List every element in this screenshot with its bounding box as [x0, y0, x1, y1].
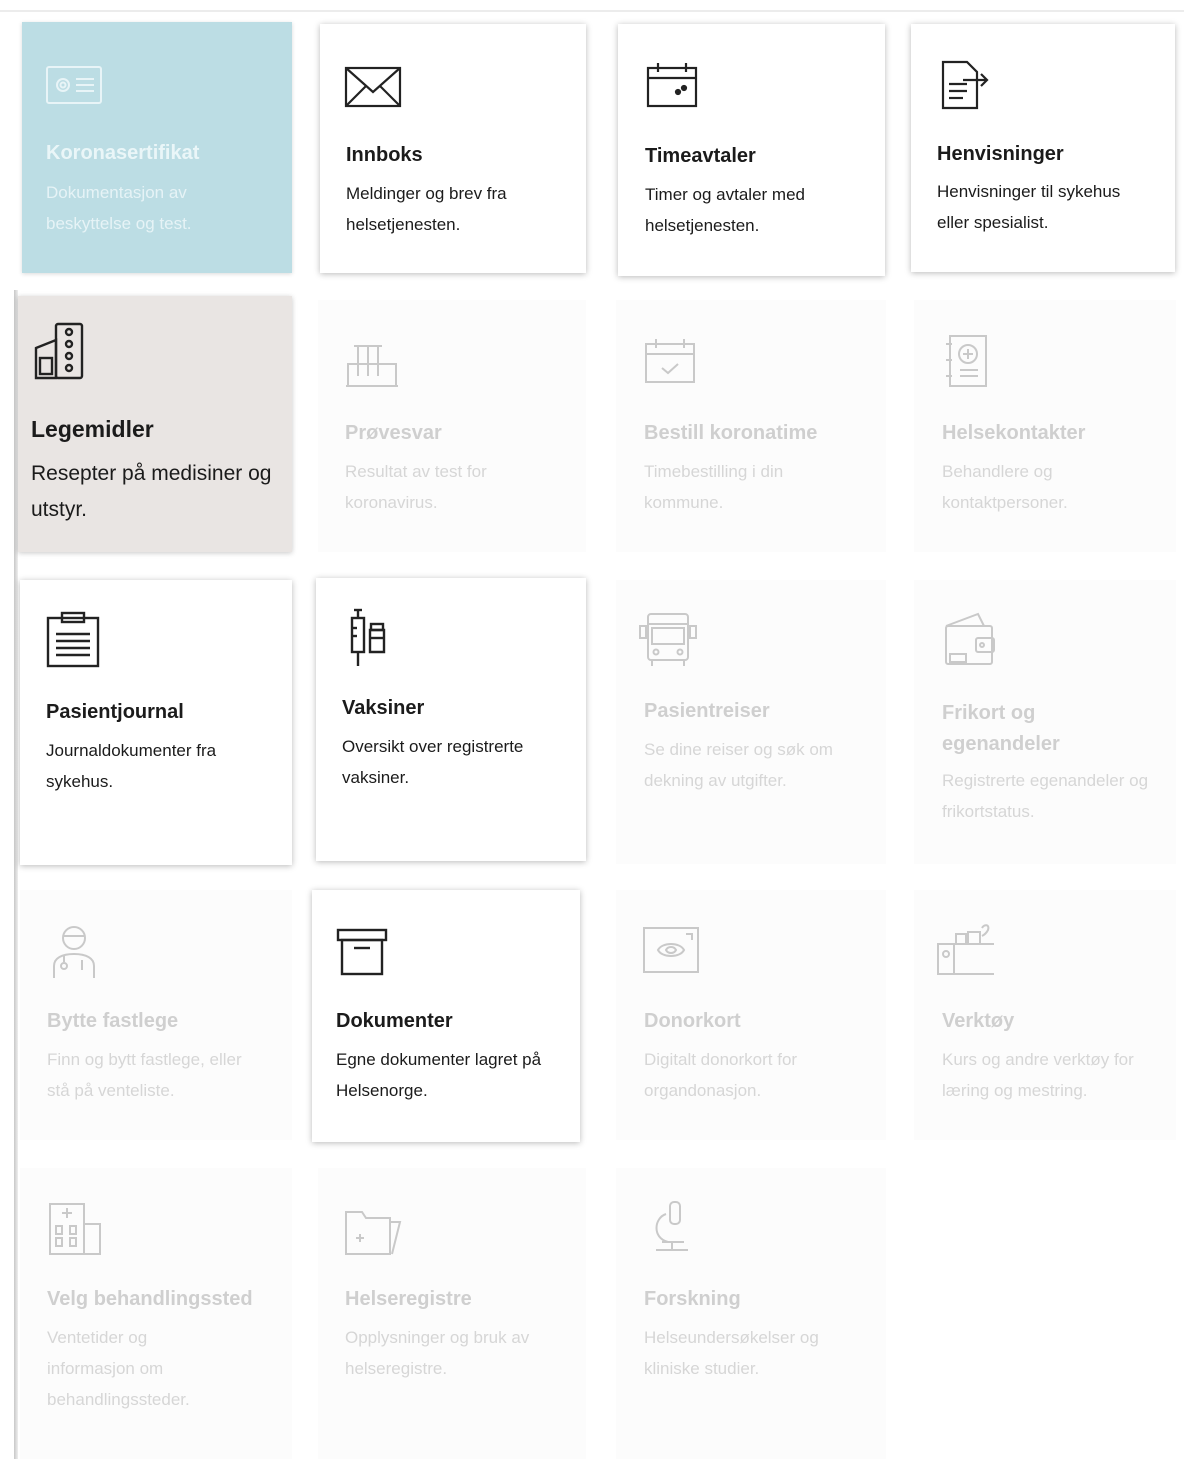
tile-description: Dokumentasjon av beskyttelse og test.	[46, 183, 192, 233]
tile-title: Legemidler	[31, 416, 154, 442]
tile-title: Koronasertifikat	[46, 142, 200, 164]
tile-title: Helseregistre	[345, 1288, 472, 1310]
referral-document-icon	[937, 58, 997, 118]
tile-title: Helsekontakter	[942, 422, 1086, 444]
tile-henvisninger[interactable]: Henvisninger Henvisninger til sykehus el…	[911, 24, 1175, 272]
tile-title: Innboks	[346, 144, 423, 166]
calendar-icon	[644, 60, 704, 120]
tile-description: Se dine reiser og søk om dekning av utgi…	[644, 740, 833, 790]
tile-description: Egne dokumenter lagret på Helsenorge.	[336, 1050, 542, 1100]
wallet-icon	[942, 610, 1002, 670]
test-tubes-icon	[346, 338, 406, 398]
archive-box-icon	[336, 926, 396, 986]
tile-velg-behandlingssted[interactable]: Velg behandlingssted Ventetider og infor…	[20, 1168, 292, 1459]
tile-frikort-og-egenandeler[interactable]: Frikort og egenandeler Registrerte egena…	[914, 580, 1176, 864]
id-card-icon	[44, 64, 104, 124]
tile-title: Frikort og egenandeler	[942, 702, 1060, 755]
tile-innboks[interactable]: Innboks Meldinger og brev fra helsetjene…	[320, 24, 586, 273]
tile-verktoy[interactable]: Verktøy Kurs og andre verktøy for læring…	[914, 890, 1176, 1140]
tile-title: Pasientreiser	[644, 700, 770, 722]
contact-book-icon	[944, 334, 1004, 394]
syringe-vial-icon	[344, 608, 404, 668]
tile-description: Digitalt donorkort for organdonasjon.	[644, 1050, 798, 1100]
folder-icon	[344, 1202, 404, 1262]
tile-bestill-koronatime[interactable]: Bestill koronatime Timebestilling i din …	[616, 300, 886, 552]
tile-title: Henvisninger	[937, 143, 1064, 165]
tile-forskning[interactable]: Forskning Helseundersøkelser og kliniske…	[616, 1168, 886, 1459]
toolbox-icon	[934, 922, 994, 982]
tile-description: Resepter på medisiner og utstyr.	[31, 462, 272, 521]
envelope-icon	[344, 60, 404, 120]
tile-description: Behandlere og kontaktpersoner.	[942, 462, 1068, 512]
tile-title: Verktøy	[942, 1010, 1015, 1032]
tile-description: Timer og avtaler med helsetjenesten.	[645, 185, 805, 235]
tile-title: Velg behandlingssted	[47, 1288, 253, 1310]
tile-pasientjournal[interactable]: Pasientjournal Journaldokumenter fra syk…	[20, 580, 292, 865]
tile-legemidler[interactable]: Legemidler Resepter på medisiner og utst…	[18, 296, 292, 552]
tile-timeavtaler[interactable]: Timeavtaler Timer og avtaler med helsetj…	[618, 24, 885, 276]
tile-title: Timeavtaler	[645, 145, 756, 167]
tile-description: Registrerte egenandeler og frikortstatus…	[942, 771, 1149, 821]
donor-card-icon	[642, 924, 702, 984]
calendar-check-icon	[644, 336, 704, 396]
tile-description: Ventetider og informasjon om behandlings…	[47, 1328, 190, 1409]
tile-vaksiner[interactable]: Vaksiner Oversikt over registrerte vaksi…	[316, 578, 586, 861]
medicine-icon	[32, 320, 92, 380]
tile-description: Kurs og andre verktøy for læring og mest…	[942, 1050, 1134, 1100]
tile-title: Bytte fastlege	[47, 1010, 179, 1032]
tile-title: Donorkort	[644, 1010, 741, 1032]
clipboard-icon	[46, 610, 106, 670]
tile-bytte-fastlege[interactable]: Bytte fastlege Finn og bytt fastlege, el…	[20, 890, 292, 1140]
tile-dokumenter[interactable]: Dokumenter Egne dokumenter lagret på Hel…	[312, 890, 580, 1142]
tile-title: Prøvesvar	[345, 422, 442, 444]
tile-description: Helseundersøkelser og kliniske studier.	[644, 1328, 819, 1378]
tile-provesvar[interactable]: Prøvesvar Resultat av test for koronavir…	[318, 300, 586, 552]
bus-icon	[638, 610, 698, 670]
tile-description: Journaldokumenter fra sykehus.	[46, 741, 217, 791]
tile-koronasertifikat[interactable]: Koronasertifikat Dokumentasjon av beskyt…	[22, 22, 292, 273]
tile-helseregistre[interactable]: Helseregistre Opplysninger og bruk av he…	[318, 1168, 586, 1459]
tile-description: Resultat av test for koronavirus.	[345, 462, 487, 512]
tile-donorkort[interactable]: Donorkort Digitalt donorkort for orgando…	[616, 890, 886, 1140]
tile-title: Vaksiner	[342, 697, 425, 719]
tile-description: Opplysninger og bruk av helseregistre.	[345, 1328, 530, 1378]
hospital-icon	[46, 1202, 106, 1262]
tile-title: Bestill koronatime	[644, 422, 818, 444]
tile-helsekontakter[interactable]: Helsekontakter Behandlere og kontaktpers…	[914, 300, 1176, 552]
tile-description: Henvisninger til sykehus eller spesialis…	[937, 182, 1121, 232]
doctor-icon	[50, 920, 110, 980]
tile-pasientreiser[interactable]: Pasientreiser Se dine reiser og søk om d…	[616, 580, 886, 864]
tile-title: Pasientjournal	[46, 701, 184, 723]
tile-title: Forskning	[644, 1288, 741, 1310]
tile-title: Dokumenter	[336, 1010, 453, 1032]
tile-description: Finn og bytt fastlege, eller stå på vent…	[47, 1050, 242, 1100]
tile-description: Meldinger og brev fra helsetjenesten.	[346, 184, 507, 234]
top-divider	[0, 10, 1184, 12]
tile-description: Timebestilling i din kommune.	[644, 462, 784, 512]
tile-description: Oversikt over registrerte vaksiner.	[342, 737, 524, 787]
microscope-icon	[644, 1200, 704, 1260]
